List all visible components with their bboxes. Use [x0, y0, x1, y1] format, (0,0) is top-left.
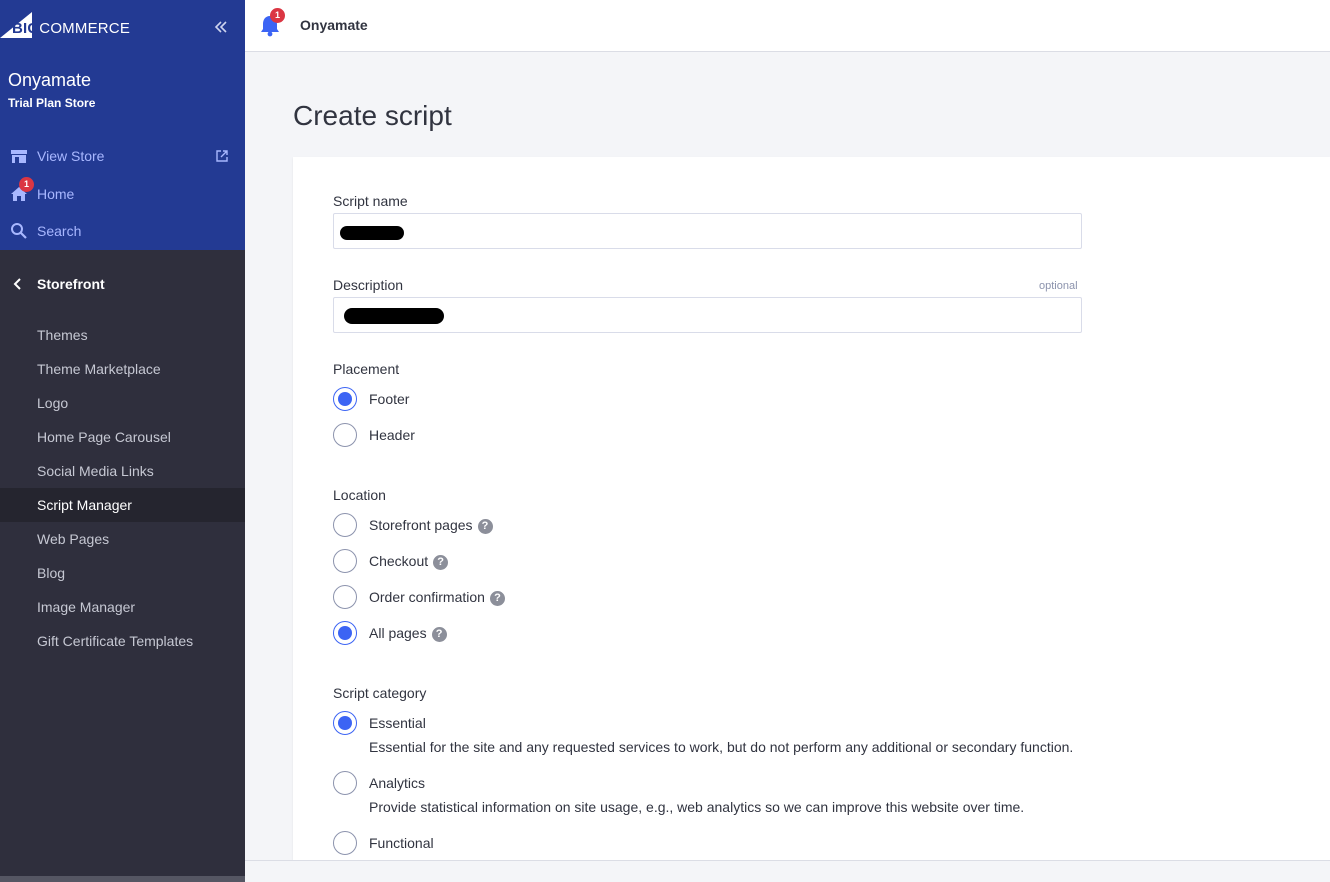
store-name: Onyamate	[8, 70, 92, 90]
bottom-action-bar	[245, 860, 1330, 882]
logo-text: BIGCOMMERCE	[12, 20, 130, 37]
placement-header-label: Header	[369, 427, 415, 443]
category-functional-radio[interactable]	[333, 831, 357, 855]
sidebar-item-gift-certificate-templates[interactable]: Gift Certificate Templates	[0, 624, 245, 658]
location-storefront-pages-radio[interactable]	[333, 513, 357, 537]
page-title: Create script	[293, 100, 452, 131]
nav-view-store[interactable]: View Store	[0, 142, 245, 170]
create-script-form: Script name Description optional Placeme…	[293, 157, 1330, 860]
placement-footer-radio[interactable]	[333, 387, 357, 411]
chevron-left-icon	[13, 278, 21, 290]
category-analytics-label: Analytics	[369, 775, 426, 791]
location-order-confirmation-option[interactable]: Order confirmation ?	[333, 585, 505, 609]
sidebar-scrollbar[interactable]	[0, 876, 245, 882]
external-link-icon[interactable]	[215, 149, 229, 163]
sidebar: BIGCOMMERCE Onyamate Trial Plan Store Vi…	[0, 0, 245, 882]
sidebar-header: BIGCOMMERCE Onyamate Trial Plan Store Vi…	[0, 0, 245, 250]
location-order-confirmation-radio[interactable]	[333, 585, 357, 609]
sidebar-item-image-manager[interactable]: Image Manager	[0, 590, 245, 624]
collapse-sidebar-button[interactable]	[210, 16, 232, 38]
sidebar-item-script-manager[interactable]: Script Manager	[0, 488, 245, 522]
redacted-value	[344, 308, 444, 324]
sidebar-item-blog[interactable]: Blog	[0, 556, 245, 590]
notification-count-badge: 1	[270, 8, 285, 23]
description-label: Description	[333, 277, 404, 293]
storefront-icon	[11, 150, 27, 163]
nav-home[interactable]: 1 Home	[0, 177, 245, 208]
help-icon[interactable]: ?	[489, 590, 505, 606]
nav-view-store-label: View Store	[37, 148, 105, 164]
location-checkout-label: Checkout	[369, 553, 429, 569]
location-order-confirmation-label: Order confirmation	[369, 589, 485, 605]
category-essential-label: Essential	[369, 715, 426, 731]
description-optional-hint: optional	[1039, 280, 1078, 292]
script-category-label: Script category	[333, 685, 427, 701]
location-storefront-pages-option[interactable]: Storefront pages ?	[333, 513, 493, 537]
script-name-label: Script name	[333, 193, 408, 209]
help-icon[interactable]: ?	[477, 518, 493, 534]
redacted-value	[340, 226, 404, 240]
nav-search-label: Search	[37, 223, 82, 239]
description-input[interactable]	[333, 297, 1082, 333]
storefront-menu: Themes Theme Marketplace Logo Home Page …	[0, 318, 245, 658]
logo-text-commerce: COMMERCE	[39, 20, 131, 37]
category-essential-description: Essential for the site and any requested…	[369, 739, 1074, 755]
notifications-button[interactable]: 1	[259, 8, 285, 38]
location-checkout-option[interactable]: Checkout ?	[333, 549, 449, 573]
sidebar-item-themes[interactable]: Themes	[0, 318, 245, 352]
location-all-pages-option[interactable]: All pages ?	[333, 621, 447, 645]
category-analytics-description: Provide statistical information on site …	[369, 799, 1025, 815]
placement-footer-label: Footer	[369, 391, 410, 407]
top-header: 1 Onyamate	[245, 0, 1330, 52]
double-chevron-left-icon	[214, 21, 227, 33]
sidebar-item-theme-marketplace[interactable]: Theme Marketplace	[0, 352, 245, 386]
script-name-input[interactable]	[333, 213, 1082, 249]
location-label: Location	[333, 487, 386, 503]
nav-search[interactable]: Search	[0, 217, 245, 245]
home-notification-badge: 1	[19, 177, 34, 192]
sidebar-item-web-pages[interactable]: Web Pages	[0, 522, 245, 556]
search-icon	[11, 223, 27, 239]
logo-row: BIGCOMMERCE	[0, 12, 245, 42]
category-analytics-radio[interactable]	[333, 771, 357, 795]
location-checkout-radio[interactable]	[333, 549, 357, 573]
topbar-store-name: Onyamate	[300, 17, 368, 33]
help-icon[interactable]: ?	[433, 554, 449, 570]
sidebar-item-logo[interactable]: Logo	[0, 386, 245, 420]
help-icon[interactable]: ?	[431, 626, 447, 642]
location-all-pages-radio[interactable]	[333, 621, 357, 645]
placement-label: Placement	[333, 361, 400, 377]
nav-home-label: Home	[37, 186, 75, 202]
category-functional-option[interactable]: Functional	[333, 831, 434, 855]
logo-text-big: BIG	[12, 20, 40, 37]
placement-header-option[interactable]: Header	[333, 423, 415, 447]
store-plan: Trial Plan Store	[8, 96, 96, 110]
sidebar-item-social-media-links[interactable]: Social Media Links	[0, 454, 245, 488]
sidebar-item-home-page-carousel[interactable]: Home Page Carousel	[0, 420, 245, 454]
storefront-section-back[interactable]: Storefront	[0, 270, 245, 298]
location-all-pages-label: All pages	[369, 625, 427, 641]
placement-footer-option[interactable]: Footer	[333, 387, 409, 411]
category-essential-option[interactable]: Essential	[333, 711, 426, 735]
location-storefront-pages-label: Storefront pages	[369, 517, 473, 533]
placement-header-radio[interactable]	[333, 423, 357, 447]
category-functional-label: Functional	[369, 835, 434, 851]
category-analytics-option[interactable]: Analytics	[333, 771, 425, 795]
storefront-section-title: Storefront	[37, 276, 105, 292]
category-essential-radio[interactable]	[333, 711, 357, 735]
